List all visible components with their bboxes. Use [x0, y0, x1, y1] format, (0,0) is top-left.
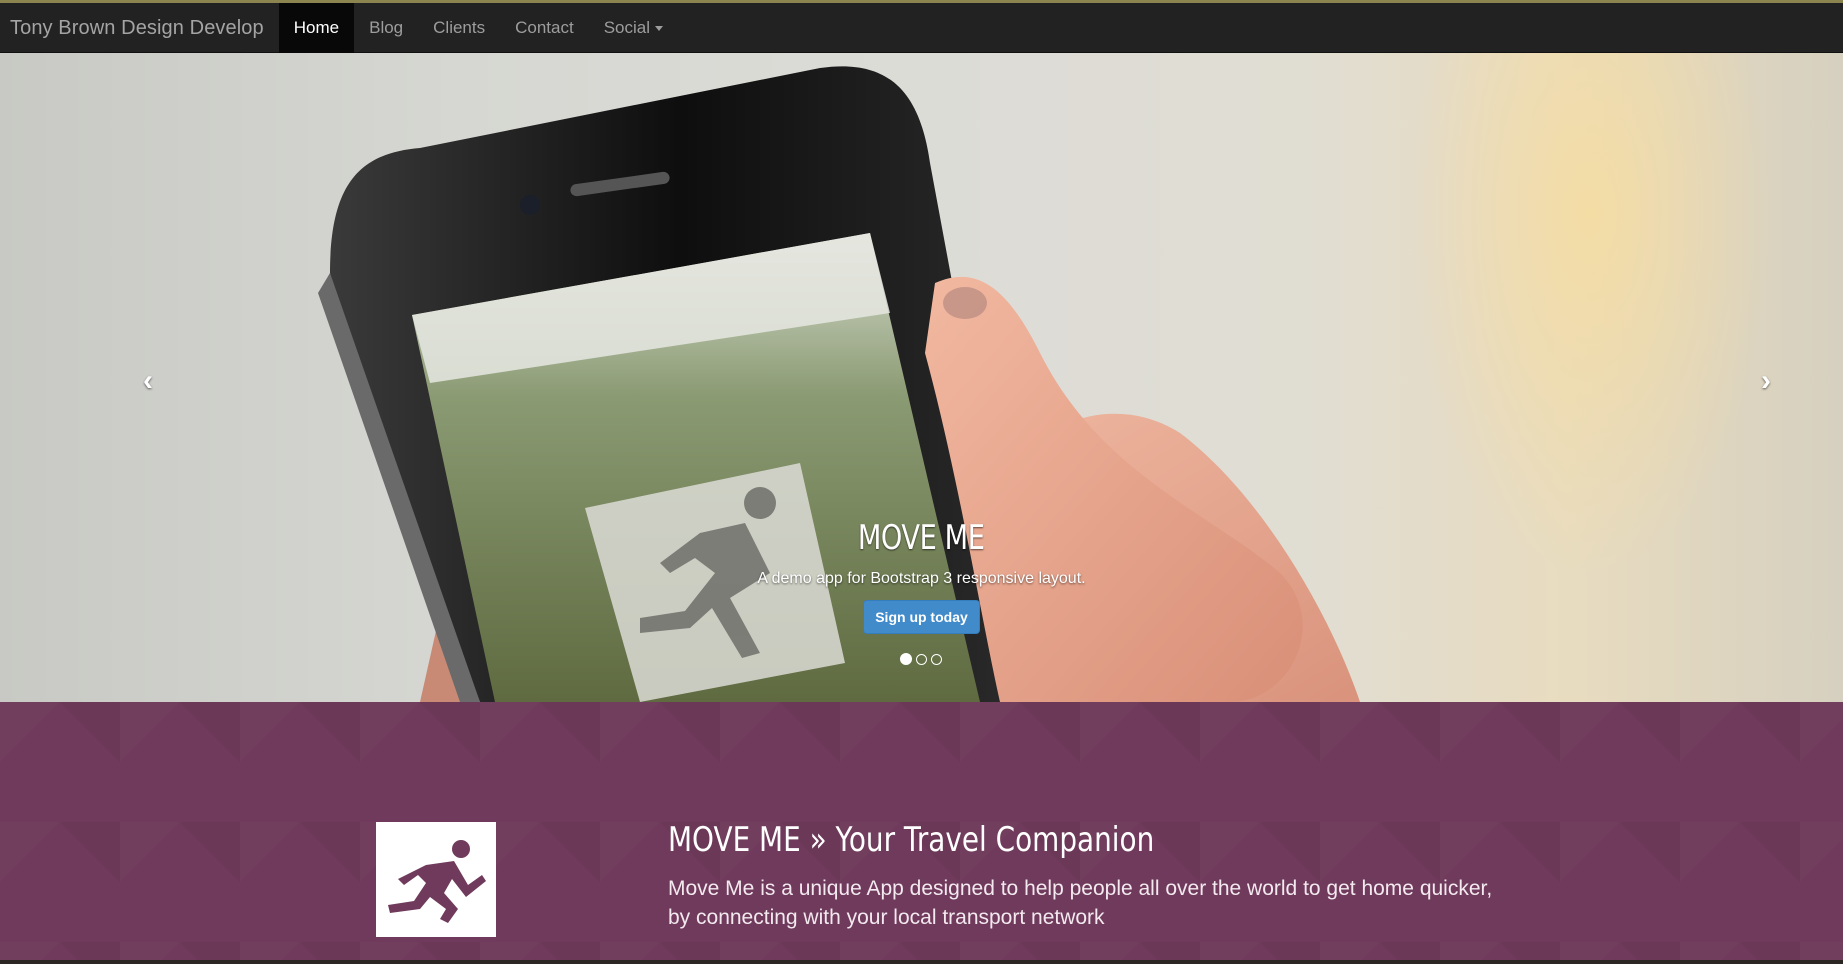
hero-carousel: ‹ › MOVE ME A demo app for Bootstrap 3 r… — [0, 53, 1843, 702]
nav-contact[interactable]: Contact — [500, 3, 589, 53]
carousel-text: A demo app for Bootstrap 3 responsive la… — [757, 570, 1086, 587]
top-navbar: Tony Brown Design Develop Home Blog Clie… — [0, 0, 1843, 53]
page-bottom-edge — [0, 960, 1843, 964]
carousel-caption: MOVE ME A demo app for Bootstrap 3 respo… — [0, 518, 1843, 634]
brand-link[interactable]: Tony Brown Design Develop — [0, 3, 279, 53]
carousel-indicator-2[interactable] — [916, 653, 927, 665]
carousel-indicator-3[interactable] — [931, 653, 942, 665]
nav-social-label: Social — [603, 18, 651, 37]
app-logo — [376, 822, 496, 937]
carousel-next-button[interactable]: › — [1736, 351, 1796, 411]
carousel-prev-button[interactable]: ‹ — [118, 351, 178, 411]
carousel-indicator-1[interactable] — [900, 653, 912, 665]
carousel-title: MOVE ME — [858, 518, 985, 558]
nav-home[interactable]: Home — [278, 3, 355, 53]
nav-social-dropdown[interactable]: Social — [589, 3, 678, 53]
nav-blog[interactable]: Blog — [354, 3, 418, 53]
feature-description: Move Me is a unique App designed to help… — [668, 877, 1493, 929]
main-nav: Home Blog Clients Contact Social — [278, 3, 678, 53]
caret-down-icon — [655, 25, 664, 31]
chevron-left-icon: ‹ — [143, 364, 153, 397]
carousel-indicators — [900, 653, 942, 665]
feature-title: MOVE ME » Your Travel Companion — [668, 820, 1155, 860]
feature-section: MOVE ME » Your Travel Companion Move Me … — [0, 702, 1843, 964]
nav-clients[interactable]: Clients — [418, 3, 500, 53]
chevron-right-icon: › — [1761, 364, 1771, 397]
signup-button[interactable]: Sign up today — [863, 600, 980, 634]
running-man-icon — [388, 839, 486, 923]
